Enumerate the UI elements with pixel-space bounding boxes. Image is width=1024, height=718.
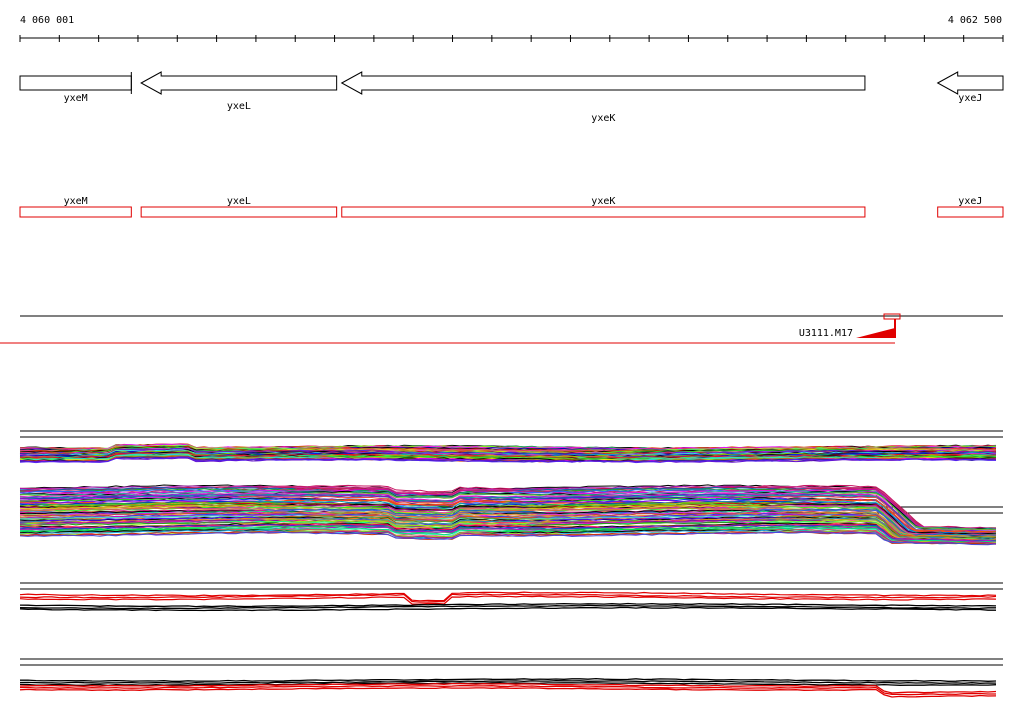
gene-label: yxeM xyxy=(64,93,88,104)
gene-label: yxeK xyxy=(591,113,615,124)
feature-box xyxy=(140,206,338,218)
feature-box xyxy=(19,206,132,218)
feature-box xyxy=(937,206,1004,218)
coordinate-ruler: 4 060 001 4 062 500 xyxy=(19,15,1004,42)
tss-marker-triangle xyxy=(856,328,895,338)
feature-label: yxeJ xyxy=(958,196,982,207)
ruler-start-label: 4 060 001 xyxy=(20,15,74,26)
transcription-site-track: U3111.M17 xyxy=(0,313,1003,344)
gene-arrow xyxy=(19,75,132,91)
gene-arrow xyxy=(340,71,866,95)
genome-browser-view: 4 060 001 4 062 500 yxeM yxeL yxeK yxeJ yxe… xyxy=(0,0,1024,714)
expression-line xyxy=(19,529,997,545)
feature-label: yxeK xyxy=(591,196,615,207)
gene-arrow xyxy=(936,71,1004,95)
gene-annotation-track: yxeM yxeL yxeK yxeJ xyxy=(19,71,1004,124)
gene-label: yxeL xyxy=(227,101,251,112)
feature-label: yxeM xyxy=(64,196,88,207)
gene-label: yxeJ xyxy=(958,93,982,104)
tss-label: U3111.M17 xyxy=(799,328,853,339)
gene-arrow xyxy=(140,71,338,95)
feature-label: yxeL xyxy=(227,196,251,207)
expression-profiles xyxy=(19,430,1003,698)
feature-box xyxy=(341,206,866,218)
genome-browser-canvas: 4 060 001 4 062 500 yxeM yxeL yxeK yxeJ yxe… xyxy=(0,15,1004,698)
ruler-end-label: 4 062 500 xyxy=(948,15,1002,26)
feature-track: yxeM yxeL yxeK yxeJ xyxy=(19,196,1004,218)
expression-line xyxy=(19,686,997,698)
